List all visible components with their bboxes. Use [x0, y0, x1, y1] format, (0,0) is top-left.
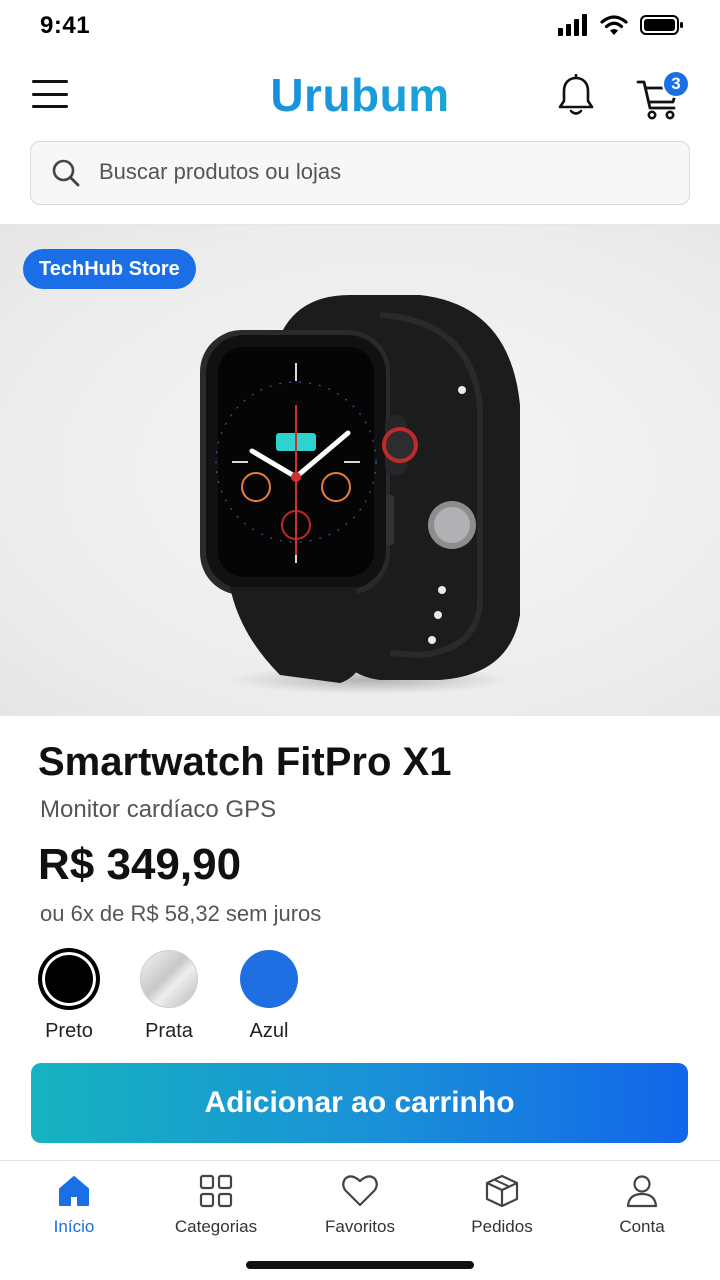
signal-icon: [558, 14, 587, 36]
nav-item-pedidos[interactable]: Pedidos: [442, 1173, 562, 1237]
app-header: Urubum 3: [0, 60, 720, 132]
nav-label: Pedidos: [471, 1217, 533, 1236]
user-icon: [626, 1175, 658, 1208]
color-selector: Preto Prata Azul: [38, 950, 358, 1045]
color-label: Azul: [249, 1020, 289, 1042]
store-badge[interactable]: TechHub Store: [23, 249, 196, 289]
status-icons: [558, 14, 684, 36]
status-bar: 9:41: [0, 0, 720, 56]
product-title: Smartwatch FitPro X1: [38, 740, 452, 784]
nav-label: Favoritos: [325, 1217, 395, 1236]
color-option-prata[interactable]: Prata: [138, 950, 200, 1043]
installments-text: ou 6x de R$ 58,32 sem juros: [40, 901, 322, 926]
heart-icon: [342, 1175, 378, 1207]
color-swatch: [240, 950, 298, 1008]
wifi-icon: [600, 15, 628, 35]
grid-icon: [199, 1174, 233, 1208]
home-indicator[interactable]: [246, 1261, 474, 1269]
bottom-nav: Início Categorias Favoritos Pedidos Cont…: [0, 1161, 720, 1251]
smartwatch-image: [200, 295, 520, 694]
nav-label: Conta: [619, 1217, 665, 1236]
nav-item-favoritos[interactable]: Favoritos: [300, 1173, 420, 1237]
color-label: Preto: [45, 1020, 93, 1042]
color-swatch: [40, 950, 98, 1008]
battery-icon: [640, 15, 683, 35]
color-option-preto[interactable]: Preto: [38, 950, 100, 1043]
search-icon: [52, 159, 80, 187]
add-to-cart-button[interactable]: Adicionar ao carrinho: [31, 1063, 688, 1143]
color-option-azul[interactable]: Azul: [238, 950, 300, 1043]
nav-label: Início: [53, 1217, 95, 1236]
color-label: Prata: [145, 1020, 193, 1042]
nav-item-conta[interactable]: Conta: [582, 1173, 702, 1237]
cart-button[interactable]: 3: [634, 70, 690, 122]
nav-item-inicio[interactable]: Início: [14, 1173, 134, 1237]
bell-icon: [558, 73, 594, 115]
nav-item-categorias[interactable]: Categorias: [156, 1173, 276, 1237]
cart-count-badge: 3: [662, 70, 690, 98]
product-image[interactable]: TechHub Store: [0, 225, 720, 716]
color-swatch: [140, 950, 198, 1008]
app-logo[interactable]: Urubum: [0, 68, 720, 122]
search-input[interactable]: [99, 142, 659, 202]
nav-label: Categorias: [174, 1217, 258, 1236]
product-subtitle: Monitor cardíaco GPS: [40, 796, 277, 823]
notifications-button[interactable]: [556, 73, 596, 118]
home-icon: [59, 1176, 89, 1206]
product-price: R$ 349,90: [38, 840, 242, 889]
search-bar[interactable]: [30, 141, 690, 205]
box-icon: [485, 1174, 519, 1208]
status-time: 9:41: [40, 12, 91, 39]
